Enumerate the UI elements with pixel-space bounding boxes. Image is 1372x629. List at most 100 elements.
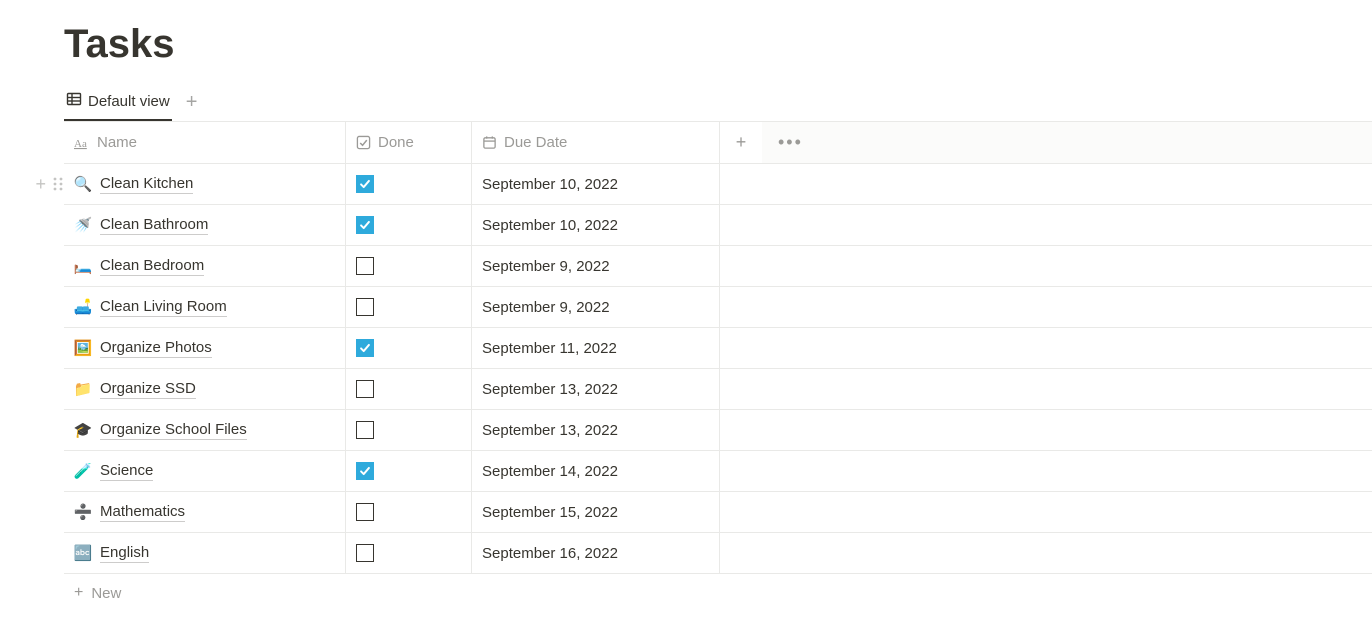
add-row-button[interactable]: + bbox=[35, 461, 46, 482]
done-checkbox[interactable] bbox=[356, 503, 374, 521]
page-emoji-icon: 🛏️ bbox=[74, 257, 92, 275]
drag-handle-icon[interactable] bbox=[52, 422, 64, 438]
cell-done[interactable] bbox=[346, 328, 472, 368]
cell-done[interactable] bbox=[346, 205, 472, 245]
table-row[interactable]: + 🖼️Organize PhotosSeptember 11, 2022 bbox=[64, 328, 1372, 369]
cell-empty bbox=[762, 246, 1372, 286]
add-row-button[interactable]: + bbox=[35, 174, 46, 195]
task-name: Organize SSD bbox=[100, 380, 196, 399]
done-checkbox[interactable] bbox=[356, 339, 374, 357]
plus-icon: + bbox=[74, 584, 83, 602]
task-name: Mathematics bbox=[100, 503, 185, 522]
add-view-button[interactable]: + bbox=[186, 92, 198, 114]
add-row-button[interactable]: + bbox=[35, 420, 46, 441]
cell-name[interactable]: 🚿Clean Bathroom bbox=[64, 205, 346, 245]
cell-due-date[interactable]: September 13, 2022 bbox=[472, 410, 720, 450]
table-row[interactable]: + 🛋️Clean Living RoomSeptember 9, 2022 bbox=[64, 287, 1372, 328]
cell-name[interactable]: 🛏️ Clean Bedroom bbox=[64, 246, 346, 286]
cell-done[interactable] bbox=[346, 369, 472, 409]
drag-handle-icon[interactable] bbox=[52, 217, 64, 233]
table-row[interactable]: + 🔍Clean KitchenSeptember 10, 2022 bbox=[64, 164, 1372, 205]
col-header-due[interactable]: Due Date bbox=[472, 122, 720, 163]
add-row-button[interactable]: + bbox=[35, 379, 46, 400]
cell-done[interactable] bbox=[346, 492, 472, 532]
cell-empty bbox=[762, 369, 1372, 409]
cell-done[interactable] bbox=[346, 410, 472, 450]
drag-handle-icon[interactable] bbox=[52, 504, 64, 520]
col-label: Due Date bbox=[504, 134, 567, 151]
cell-due-date[interactable]: September 9, 2022 bbox=[472, 246, 720, 286]
cell-name[interactable]: 📁Organize SSD bbox=[64, 369, 346, 409]
done-checkbox[interactable] bbox=[356, 216, 374, 234]
cell-due-date[interactable]: September 16, 2022 bbox=[472, 533, 720, 573]
cell-due-date[interactable]: September 15, 2022 bbox=[472, 492, 720, 532]
done-checkbox[interactable] bbox=[356, 380, 374, 398]
drag-handle-icon[interactable] bbox=[52, 340, 64, 356]
cell-name[interactable]: 🎓Organize School Files bbox=[64, 410, 346, 450]
task-name: Organize School Files bbox=[100, 421, 247, 440]
task-name: Clean Bedroom bbox=[100, 257, 204, 276]
table-row[interactable]: + ➗MathematicsSeptember 15, 2022 bbox=[64, 492, 1372, 533]
add-row-button[interactable]: + bbox=[35, 338, 46, 359]
add-row-button[interactable]: + bbox=[35, 502, 46, 523]
drag-handle-icon[interactable] bbox=[52, 176, 64, 192]
col-label: Done bbox=[378, 134, 414, 151]
done-checkbox[interactable] bbox=[356, 421, 374, 439]
checkbox-icon bbox=[356, 135, 371, 150]
task-name: Clean Bathroom bbox=[100, 216, 208, 235]
task-name: Science bbox=[100, 462, 153, 481]
table-row[interactable]: + 📁Organize SSDSeptember 13, 2022 bbox=[64, 369, 1372, 410]
cell-done[interactable] bbox=[346, 246, 472, 286]
cell-name[interactable]: 🔍Clean Kitchen bbox=[64, 164, 346, 204]
add-row-button[interactable]: + bbox=[35, 297, 46, 318]
cell-done[interactable] bbox=[346, 287, 472, 327]
add-row-button[interactable]: + bbox=[35, 256, 46, 277]
drag-handle-icon[interactable] bbox=[52, 381, 64, 397]
tasks-table: Aa Name Done bbox=[64, 122, 1372, 612]
cell-empty bbox=[720, 451, 762, 491]
task-name: English bbox=[100, 544, 149, 563]
cell-name[interactable]: ➗Mathematics bbox=[64, 492, 346, 532]
cell-empty bbox=[762, 328, 1372, 368]
drag-handle-icon[interactable] bbox=[52, 545, 64, 561]
cell-name[interactable]: 🖼️Organize Photos bbox=[64, 328, 346, 368]
cell-due-date[interactable]: September 14, 2022 bbox=[472, 451, 720, 491]
tab-default-view[interactable]: Default view bbox=[64, 85, 172, 121]
cell-done[interactable] bbox=[346, 164, 472, 204]
col-header-done[interactable]: Done bbox=[346, 122, 472, 163]
cell-empty bbox=[762, 164, 1372, 204]
done-checkbox[interactable] bbox=[356, 462, 374, 480]
add-row-button[interactable]: + bbox=[35, 215, 46, 236]
cell-due-date[interactable]: September 10, 2022 bbox=[472, 205, 720, 245]
cell-empty bbox=[720, 246, 762, 286]
add-row-button[interactable]: + bbox=[35, 543, 46, 564]
drag-handle-icon[interactable] bbox=[52, 299, 64, 315]
add-column-button[interactable]: + bbox=[720, 122, 762, 163]
new-row-button[interactable]: + New bbox=[64, 574, 1372, 612]
table-row[interactable]: + 🚿Clean BathroomSeptember 10, 2022 bbox=[64, 205, 1372, 246]
cell-due-date[interactable]: September 13, 2022 bbox=[472, 369, 720, 409]
cell-name[interactable]: 🔤English bbox=[64, 533, 346, 573]
cell-done[interactable] bbox=[346, 533, 472, 573]
table-row[interactable]: + 🎓Organize School FilesSeptember 13, 20… bbox=[64, 410, 1372, 451]
drag-handle-icon[interactable] bbox=[52, 258, 64, 274]
cell-name[interactable]: 🧪Science bbox=[64, 451, 346, 491]
cell-empty bbox=[762, 533, 1372, 573]
col-header-name[interactable]: Aa Name bbox=[64, 122, 346, 163]
drag-handle-icon[interactable] bbox=[52, 463, 64, 479]
svg-text:Aa: Aa bbox=[74, 138, 87, 150]
done-checkbox[interactable] bbox=[356, 298, 374, 316]
cell-due-date[interactable]: September 9, 2022 bbox=[472, 287, 720, 327]
table-more-button[interactable]: ••• bbox=[762, 122, 1372, 163]
done-checkbox[interactable] bbox=[356, 257, 374, 275]
cell-name[interactable]: 🛋️Clean Living Room bbox=[64, 287, 346, 327]
cell-due-date[interactable]: September 11, 2022 bbox=[472, 328, 720, 368]
done-checkbox[interactable] bbox=[356, 175, 374, 193]
table-row[interactable]: + 🧪ScienceSeptember 14, 2022 bbox=[64, 451, 1372, 492]
cell-empty bbox=[720, 369, 762, 409]
cell-due-date[interactable]: September 10, 2022 bbox=[472, 164, 720, 204]
cell-done[interactable] bbox=[346, 451, 472, 491]
done-checkbox[interactable] bbox=[356, 544, 374, 562]
table-row[interactable]: + 🔤EnglishSeptember 16, 2022 bbox=[64, 533, 1372, 574]
table-row[interactable]: + 🛏️Clean BedroomSeptember 9, 2022 bbox=[64, 246, 1372, 287]
